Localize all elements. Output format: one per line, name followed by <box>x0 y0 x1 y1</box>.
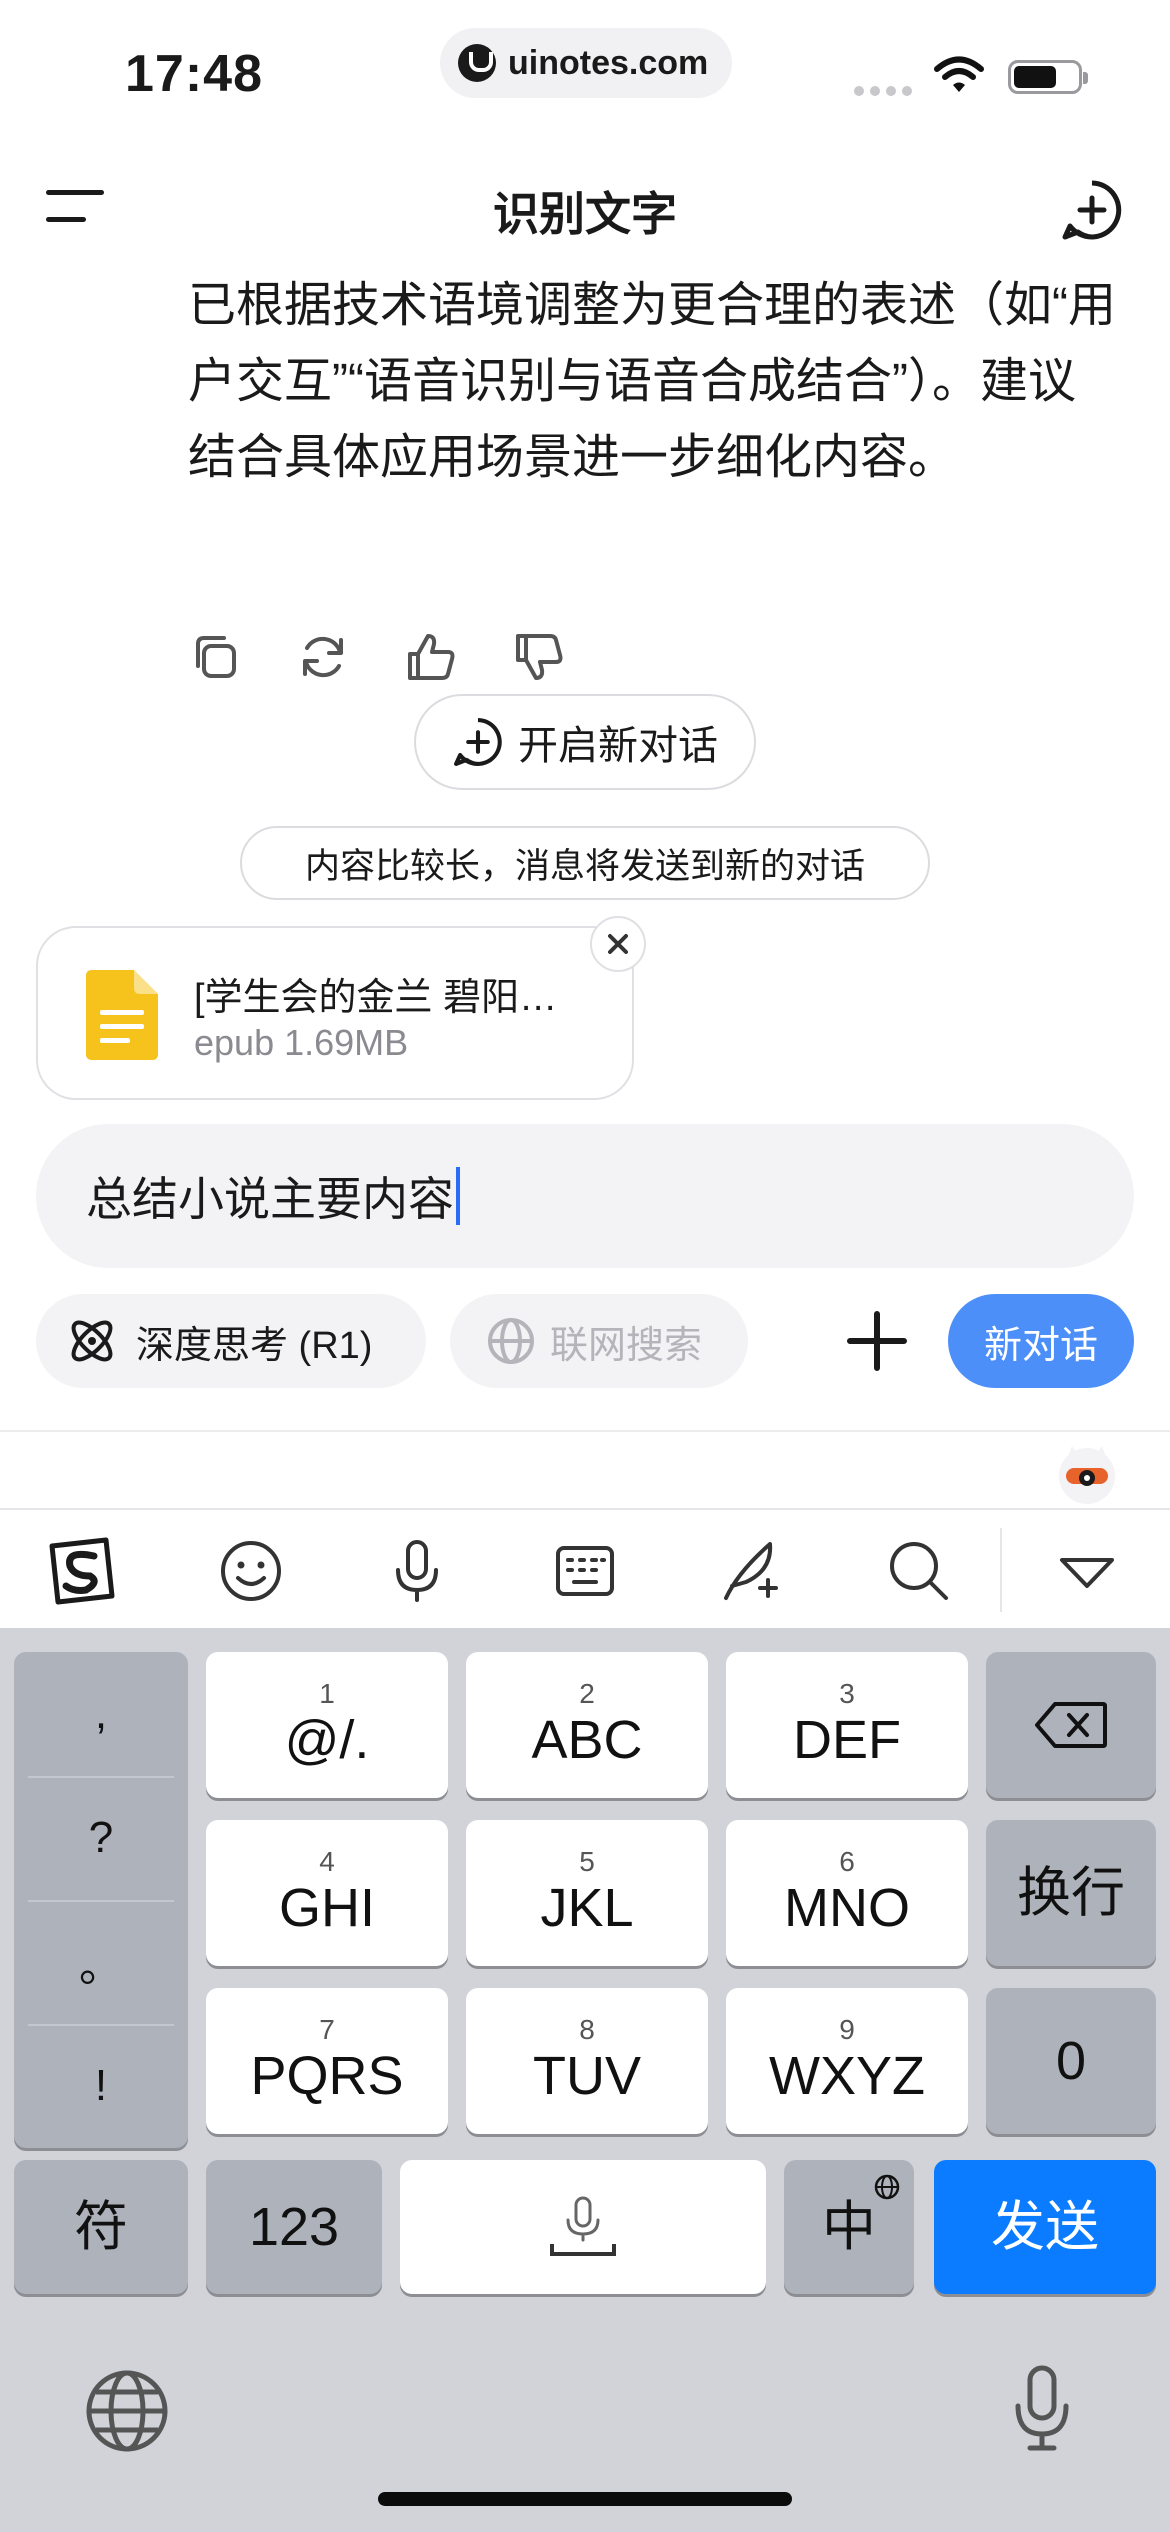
message-input-value: 总结小说主要内容 <box>86 1173 454 1225</box>
ai-writing-icon[interactable] <box>716 1536 786 1606</box>
add-plus-icon[interactable] <box>846 1310 908 1372</box>
backspace-icon <box>1035 1702 1107 1748</box>
collapse-keyboard-icon[interactable] <box>1052 1536 1122 1606</box>
home-indicator <box>378 2492 792 2506</box>
copy-icon[interactable] <box>188 630 242 684</box>
start-new-chat-label: 开启新对话 <box>518 724 718 768</box>
backspace-key[interactable] <box>986 1652 1156 1798</box>
punct-key[interactable]: 。 <box>14 1900 188 2024</box>
key-7[interactable]: 7 PQRS <box>206 1988 448 2134</box>
new-chat-icon <box>454 718 502 766</box>
globe-icon <box>488 1318 534 1364</box>
attachment-name: [学生会的金兰 碧阳… <box>194 977 558 1019</box>
refresh-icon[interactable] <box>296 630 350 684</box>
punct-key[interactable]: , <box>14 1652 188 1776</box>
ime-mascot-icon[interactable] <box>1054 1440 1120 1506</box>
key-5[interactable]: 5 JKL <box>466 1820 708 1966</box>
deep-think-label: 深度思考 (R1) <box>136 1324 373 1367</box>
globe-switch-icon[interactable] <box>84 2368 170 2454</box>
send-new-chat-button[interactable]: 新对话 <box>948 1294 1134 1388</box>
return-key[interactable]: 换行 <box>986 1820 1156 1966</box>
remove-attachment-button[interactable] <box>590 916 646 972</box>
space-key[interactable] <box>400 2160 766 2294</box>
symbol-key[interactable]: 符 <box>14 2160 188 2294</box>
message-actions <box>188 630 566 684</box>
send-key[interactable]: 发送 <box>934 2160 1156 2294</box>
language-key[interactable]: 中 <box>784 2160 914 2294</box>
deep-think-toggle[interactable]: 深度思考 (R1) <box>36 1294 426 1388</box>
new-chat-icon[interactable] <box>1060 178 1124 242</box>
thumbs-up-icon[interactable] <box>404 630 458 684</box>
atom-icon <box>71 1320 113 1362</box>
close-icon <box>608 934 628 954</box>
key-6[interactable]: 6 MNO <box>726 1820 968 1966</box>
toolbar-divider <box>1000 1528 1002 1612</box>
key-3[interactable]: 3 DEF <box>726 1652 968 1798</box>
emoji-icon[interactable] <box>216 1536 286 1606</box>
attachment-card[interactable]: [学生会的金兰 碧阳… epub 1.69MB <box>36 926 634 1100</box>
url-text: uinotes.com <box>508 43 709 82</box>
space-mic-icon <box>550 2196 616 2256</box>
web-search-label: 联网搜索 <box>550 1324 703 1367</box>
text-caret <box>456 1167 460 1225</box>
url-pill[interactable]: uinotes.com <box>440 28 732 98</box>
dictation-mic-icon[interactable] <box>1010 2364 1074 2454</box>
search-icon[interactable] <box>884 1536 954 1606</box>
punctuation-column: , ? 。 ! <box>14 1652 188 2148</box>
thumbs-down-icon[interactable] <box>512 630 566 684</box>
key-0[interactable]: 0 <box>986 1988 1156 2134</box>
punct-key[interactable]: ? <box>14 1776 188 1900</box>
wifi-icon <box>934 56 984 92</box>
key-4[interactable]: 4 GHI <box>206 1820 448 1966</box>
battery-icon <box>1008 60 1088 94</box>
key-8[interactable]: 8 TUV <box>466 1988 708 2134</box>
app-header: 识别文字 <box>0 140 1170 270</box>
numeric-key[interactable]: 123 <box>206 2160 382 2294</box>
keyboard: , ? 。 ! 1 @/. 2 ABC 3 DEF 4 GHI 5 JKL 6 MNO 换行… <box>0 1628 1170 2532</box>
web-search-toggle[interactable]: 联网搜索 <box>450 1294 748 1388</box>
cellular-signal-icon <box>854 86 912 96</box>
start-new-chat-button[interactable]: 开启新对话 <box>414 694 756 790</box>
key-9[interactable]: 9 WXYZ <box>726 1988 968 2134</box>
ime-toolbar <box>0 1508 1170 1628</box>
document-icon <box>86 970 158 1060</box>
divider <box>0 1430 1170 1432</box>
keyboard-icon[interactable] <box>550 1536 620 1606</box>
punct-key[interactable]: ! <box>14 2024 188 2148</box>
site-logo-icon <box>458 44 496 82</box>
sogou-logo-icon[interactable] <box>46 1536 116 1606</box>
key-1[interactable]: 1 @/. <box>206 1652 448 1798</box>
assistant-message-text: 已根据技术语境调整为更合理的表述（如“用户交互”“语音识别与语音合成结合”）。建… <box>188 279 1116 484</box>
page-title: 识别文字 <box>493 188 677 240</box>
language-globe-icon <box>874 2174 900 2200</box>
status-time: 17:48 <box>125 45 263 103</box>
status-bar: 17:48 uinotes.com <box>0 0 1170 140</box>
long-content-notice: 内容比较长，消息将发送到新的对话 <box>240 826 930 900</box>
message-input[interactable]: 总结小说主要内容 <box>36 1124 1134 1268</box>
attachment-meta: epub 1.69MB <box>194 1022 409 1063</box>
key-2[interactable]: 2 ABC <box>466 1652 708 1798</box>
voice-input-icon[interactable] <box>382 1536 452 1606</box>
